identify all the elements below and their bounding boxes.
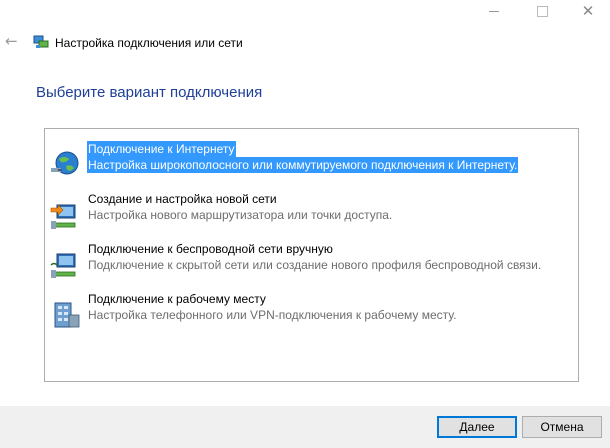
new-network-icon <box>50 204 76 229</box>
window-title: Настройка подключения или сети <box>55 36 243 50</box>
option-title: Подключение к рабочему месту <box>88 292 266 306</box>
workplace-vpn-icon <box>54 302 80 328</box>
button-bar <box>0 406 610 448</box>
network-setup-icon <box>33 35 49 48</box>
next-button[interactable]: Далее <box>437 416 517 438</box>
option-internet-connection[interactable]: Подключение к Интернету Настройка широко… <box>45 141 578 185</box>
minimize-button[interactable] <box>474 0 514 22</box>
option-description: Настройка телефонного или VPN-подключени… <box>88 308 457 322</box>
option-title: Создание и настройка новой сети <box>88 192 277 206</box>
option-description: Подключение к скрытой сети или создание … <box>88 258 542 272</box>
option-title: Подключение к Интернету <box>87 141 236 157</box>
close-button[interactable]: ✕ <box>568 0 608 22</box>
maximize-button[interactable] <box>522 0 562 22</box>
wireless-network-icon <box>50 253 76 278</box>
title-bar: ✕ <box>0 0 610 30</box>
cancel-button[interactable]: Отмена <box>522 416 602 438</box>
option-wireless-manual[interactable]: Подключение к беспроводной сети вручную … <box>45 241 578 285</box>
minimize-icon <box>489 10 499 12</box>
maximize-icon <box>536 5 548 17</box>
connection-options-list[interactable]: Подключение к Интернету Настройка широко… <box>44 128 579 382</box>
globe-network-icon <box>51 151 79 175</box>
page-heading: Выберите вариант подключения <box>36 84 263 101</box>
close-icon: ✕ <box>581 2 595 20</box>
option-workplace[interactable]: Подключение к рабочему месту Настройка т… <box>45 291 578 335</box>
option-new-network[interactable]: Создание и настройка новой сети Настройк… <box>45 191 578 235</box>
option-description: Настройка нового маршрутизатора или точк… <box>88 208 393 222</box>
back-arrow-icon[interactable]: ← <box>5 33 21 49</box>
option-description: Настройка широкополосного или коммутируе… <box>87 157 519 173</box>
option-title: Подключение к беспроводной сети вручную <box>88 242 333 256</box>
